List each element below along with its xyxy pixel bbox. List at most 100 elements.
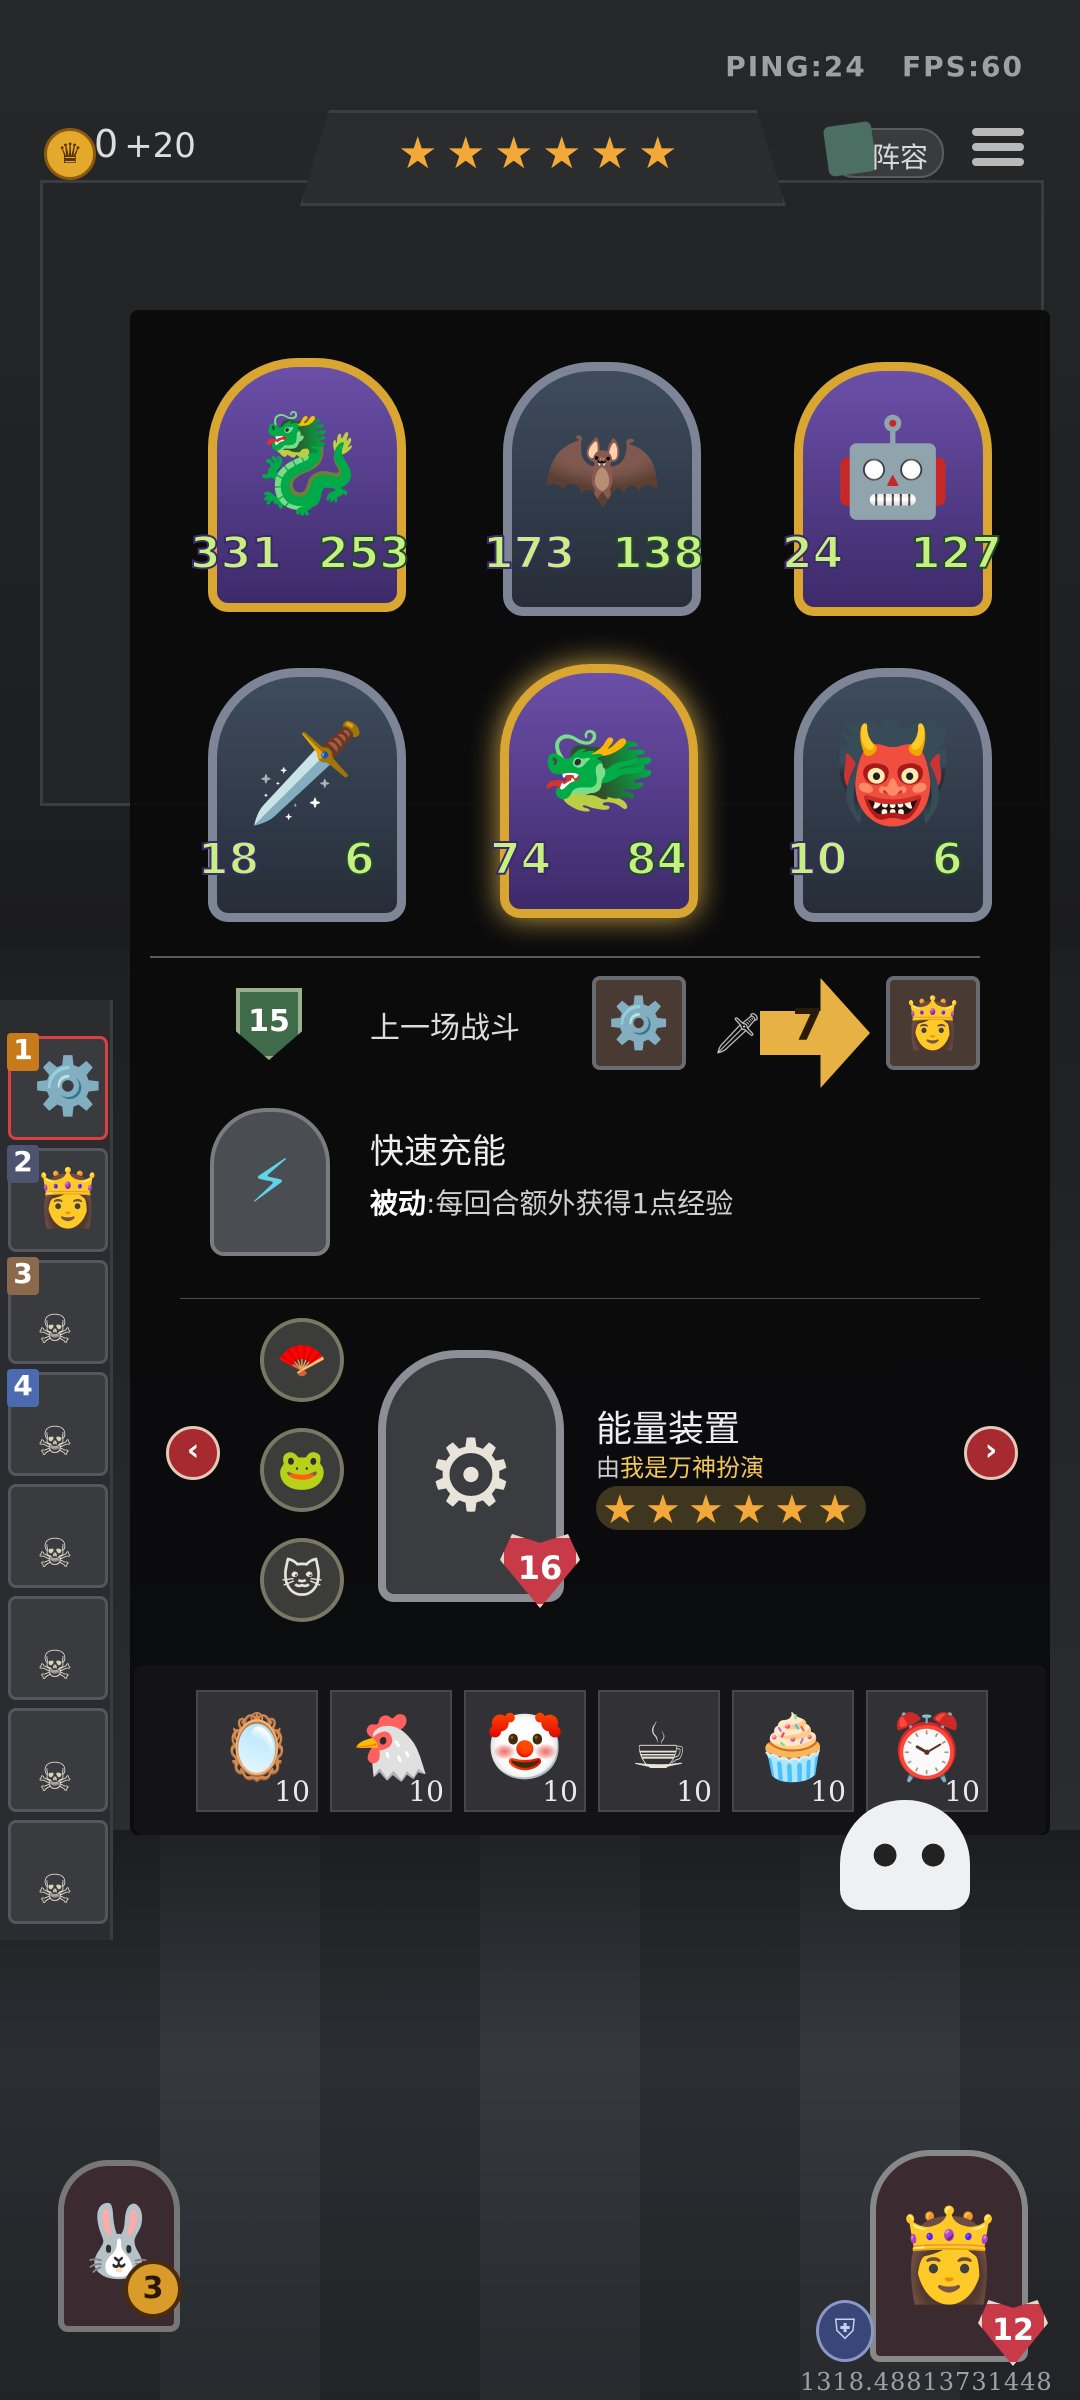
hero-level-badge: 3 xyxy=(124,2260,182,2318)
item-slot[interactable]: ⏰ 10 xyxy=(866,1690,988,1812)
coordinate-readout: 1318.48813731448 xyxy=(800,2368,1053,2396)
item-slot[interactable]: 🐔 10 xyxy=(330,1690,452,1812)
skull-icon: ☠ xyxy=(37,1531,73,1577)
minion-health: 127 xyxy=(909,527,1003,580)
previous-arrow-button[interactable]: ‹ xyxy=(166,1426,220,1480)
teacup-icon: ☕ xyxy=(630,1710,688,1784)
rail-slot-player[interactable]: ☠ 4 xyxy=(7,1369,108,1476)
skill-description: 被动:每回合额外获得1点经验 xyxy=(370,1182,733,1222)
minion-attack: 24 xyxy=(781,527,844,580)
queen-portrait-icon: 👸 xyxy=(33,1166,103,1231)
relic-star-icon: ★ xyxy=(731,1487,767,1533)
relic-option[interactable]: 🪭 xyxy=(260,1318,344,1402)
lineup-label: 阵容 xyxy=(872,141,929,174)
minion-art: 👹 xyxy=(833,717,953,829)
rail-slot-player[interactable]: ☠ xyxy=(8,1484,108,1588)
ping-readout: PING:24 xyxy=(725,50,867,83)
cupcake-icon: 🧁 xyxy=(753,1711,833,1785)
minion-art: 🤖 xyxy=(833,411,953,523)
item-count: 10 xyxy=(408,1775,444,1808)
item-slot[interactable]: 🧁 10 xyxy=(732,1690,854,1812)
next-arrow-button[interactable]: › xyxy=(964,1426,1018,1480)
skill-type: 被动 xyxy=(370,1187,427,1220)
header-star-icon: ★ xyxy=(542,128,582,179)
minion-health: 84 xyxy=(625,833,688,886)
relic-star-icon: ★ xyxy=(817,1487,853,1533)
menu-icon[interactable] xyxy=(972,128,1024,178)
relic-option[interactable]: 🐱 xyxy=(260,1538,344,1622)
item-count: 10 xyxy=(944,1775,980,1808)
skill-text: :每回合额外获得1点经验 xyxy=(426,1187,734,1220)
divider xyxy=(150,956,980,958)
mirror-icon: 🪞 xyxy=(217,1711,297,1785)
minion-health: 6 xyxy=(343,833,376,886)
minion-attack: 331 xyxy=(189,527,283,580)
item-count: 10 xyxy=(810,1775,846,1808)
skull-icon: ☠ xyxy=(37,1867,73,1913)
minion-art: 🦇 xyxy=(542,411,662,523)
skull-icon: ☠ xyxy=(37,1307,73,1353)
sword-icon: 🗡 xyxy=(712,1011,763,1057)
rail-slot-player[interactable]: ☠ xyxy=(8,1708,108,1812)
minion-health: 253 xyxy=(317,527,411,580)
rail-slot-player[interactable]: ⚙️ 1 xyxy=(7,1033,108,1140)
clown-icon: 🤡 xyxy=(485,1711,565,1785)
device-portrait-icon: ⚙️ xyxy=(33,1054,103,1119)
rail-rank: 1 xyxy=(7,1033,39,1071)
network-stats: PING:24 FPS:60 xyxy=(725,50,1024,83)
divider xyxy=(180,1298,980,1299)
item-count: 10 xyxy=(542,1775,578,1808)
minion-art: 🐲 xyxy=(539,713,659,825)
rail-slot-player[interactable]: ☠ xyxy=(8,1820,108,1924)
minion-attack: 74 xyxy=(489,833,552,886)
item-slot[interactable]: 🤡 10 xyxy=(464,1690,586,1812)
relic-owner-name: 我是万神扮演 xyxy=(620,1454,764,1482)
skull-icon: ☠ xyxy=(37,1755,73,1801)
minion-attack: 173 xyxy=(482,527,576,580)
header-star-icon: ★ xyxy=(398,128,438,179)
header-star-icon: ★ xyxy=(590,128,630,179)
queen-portrait-icon[interactable]: 👸 xyxy=(886,976,980,1070)
device-portrait-icon[interactable]: ⚙️ xyxy=(592,976,686,1070)
header-star-icon: ★ xyxy=(446,128,486,179)
relic-star-icon: ★ xyxy=(602,1487,638,1533)
item-count: 10 xyxy=(676,1775,712,1808)
skull-icon: ☠ xyxy=(37,1643,73,1689)
item-slot[interactable]: ☕ 10 xyxy=(598,1690,720,1812)
rail-rank: 3 xyxy=(7,1257,39,1295)
rail-slot-player[interactable]: ☠ 3 xyxy=(7,1257,108,1364)
skill-name: 快速充能 xyxy=(370,1132,506,1172)
armor-shield-icon: ⛨ xyxy=(816,2300,874,2362)
relic-star-icon: ★ xyxy=(688,1487,724,1533)
minion-art: 🗡️ xyxy=(247,717,367,829)
rail-rank: 4 xyxy=(7,1369,39,1407)
minion-attack: 18 xyxy=(197,833,260,886)
lightning-orb-icon: ⚡ xyxy=(210,1108,330,1256)
lucky-cat-icon: 🐱 xyxy=(281,1557,323,1603)
header-star-icon: ★ xyxy=(638,128,678,179)
minion-attack: 10 xyxy=(785,833,848,886)
rail-slot-player[interactable]: ☠ xyxy=(8,1596,108,1700)
ghost-eyes: ●● xyxy=(872,1836,969,1871)
book-icon xyxy=(822,120,878,178)
rail-rank: 2 xyxy=(7,1145,39,1183)
relic-star-icon: ★ xyxy=(645,1487,681,1533)
alarm-clock-icon: ⏰ xyxy=(887,1711,967,1785)
item-slot[interactable]: 🪞 10 xyxy=(196,1690,318,1812)
gold-income: +20 xyxy=(124,126,196,166)
minion-health: 6 xyxy=(931,833,964,886)
header-star-icon: ★ xyxy=(494,128,534,179)
fan-icon: 🪭 xyxy=(277,1337,327,1383)
relic-owner: 由我是万神扮演 xyxy=(596,1448,764,1483)
crown-coin-icon: ♛ xyxy=(44,128,96,180)
damage-value: 7 xyxy=(792,1000,823,1051)
minion-art: 🐉 xyxy=(247,407,367,519)
fps-readout: FPS:60 xyxy=(902,50,1024,83)
relic-option[interactable]: 🐸 xyxy=(260,1428,344,1512)
skull-icon: ☠ xyxy=(37,1419,73,1465)
gold-amount: 0 xyxy=(94,122,119,166)
relic-star-icon: ★ xyxy=(774,1487,810,1533)
rail-slot-player[interactable]: 👸 2 xyxy=(7,1145,108,1252)
minion-health: 138 xyxy=(611,527,705,580)
last-battle-label: 上一场战斗 xyxy=(370,1011,520,1046)
